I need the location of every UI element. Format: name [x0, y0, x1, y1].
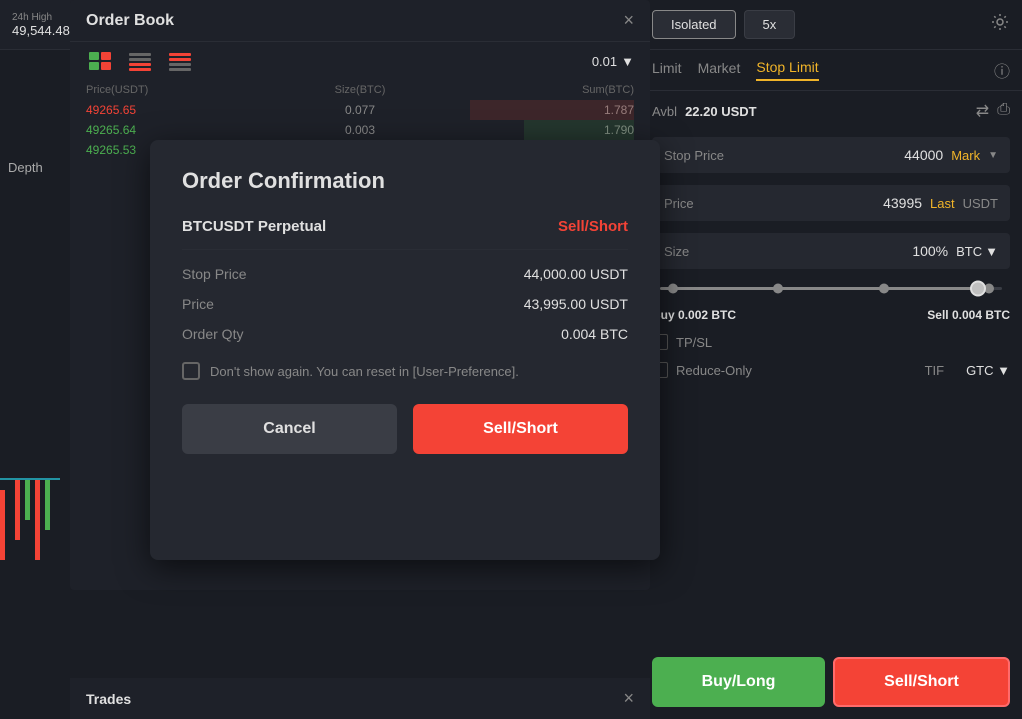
tab-market[interactable]: Market: [698, 60, 741, 80]
sell-short-button[interactable]: Sell/Short: [833, 657, 1010, 707]
table-row: 49265.64 0.003 1.790: [86, 120, 634, 140]
modal-title: Order Confirmation: [182, 168, 628, 194]
left-panel: 24h High 49,544.48 24h Lo 46.88 ► ☷ Dept…: [0, 0, 640, 719]
rp-top: Isolated 5x: [640, 0, 1022, 50]
slider-container[interactable]: [640, 275, 1022, 302]
modal-pair-label: BTCUSDT Perpetual: [182, 218, 326, 235]
size-value: 100%: [912, 243, 948, 259]
buy-amount-value: 0.002 BTC: [678, 308, 736, 322]
ob-close-button[interactable]: ×: [623, 10, 634, 31]
modal-qty-label: Order Qty: [182, 326, 243, 342]
table-row: 49265.65 0.077 1.787: [86, 100, 634, 120]
price-field[interactable]: Price 43995 Last USDT: [652, 185, 1010, 221]
buy-sell-amounts: Buy 0.002 BTC Sell 0.004 BTC: [640, 302, 1022, 328]
trades-close-icon[interactable]: ×: [623, 688, 634, 709]
calculator-icon[interactable]: ⎙: [997, 101, 1010, 121]
order-tabs: Limit Market Stop Limit ⓘ: [640, 50, 1022, 91]
ob-view-list1[interactable]: [126, 50, 154, 72]
price-right: 43995 Last USDT: [883, 195, 998, 211]
modal-pair-row: BTCUSDT Perpetual Sell/Short: [182, 218, 628, 235]
tab-limit[interactable]: Limit: [652, 60, 682, 80]
ob-header: Order Book ×: [70, 0, 650, 42]
leverage-button[interactable]: 5x: [744, 10, 796, 39]
ob-view-grid[interactable]: [86, 50, 114, 72]
right-panel: Isolated 5x Limit Market Stop Limit ⓘ Av…: [640, 0, 1022, 719]
slider-handle[interactable]: [970, 281, 986, 297]
modal-checkbox-row: Don't show again. You can reset in [User…: [182, 362, 628, 380]
stat-label-high: 24h High: [12, 12, 70, 23]
modal-price-label: Price: [182, 296, 214, 312]
stop-price-dropdown-icon[interactable]: ▼: [988, 150, 998, 161]
reduce-only-row: Reduce-Only TIF GTC ▼: [640, 356, 1022, 384]
modal-qty-row: Order Qty 0.004 BTC: [182, 326, 628, 342]
stat-24h-high: 24h High 49,544.48: [12, 12, 70, 38]
dont-show-label: Don't show again. You can reset in [User…: [210, 364, 519, 379]
size-unit-dropdown[interactable]: BTC ▼: [956, 244, 998, 259]
tab-stop-limit[interactable]: Stop Limit: [756, 59, 818, 81]
modal-price-value: 43,995.00 USDT: [524, 296, 628, 312]
tif-dropdown[interactable]: GTC ▼: [966, 363, 1010, 378]
slider-dot-0[interactable]: [668, 283, 678, 293]
action-buttons: Buy/Long Sell/Short: [640, 641, 1022, 719]
trades-title: Trades: [86, 691, 131, 707]
slider-dots: [668, 284, 994, 293]
price-value: 43995: [883, 195, 922, 211]
sell-amount-value: 0.004 BTC: [952, 308, 1010, 322]
order-book-panel: Order Book ×: [70, 0, 650, 590]
info-icon[interactable]: ⓘ: [994, 58, 1010, 82]
size-field[interactable]: Size 100% BTC ▼: [652, 233, 1010, 269]
price-unit: USDT: [963, 196, 998, 211]
modal-stop-price-label: Stop Price: [182, 266, 247, 282]
buy-long-button[interactable]: Buy/Long: [652, 657, 825, 707]
settings-icon[interactable]: [990, 12, 1010, 37]
modal-price-row: Price 43,995.00 USDT: [182, 296, 628, 312]
ob-controls: 0.01 ▼: [70, 42, 650, 80]
ob-col-headers: Price(USDT) Size(BTC) Sum(BTC): [70, 80, 650, 100]
modal-divider: [182, 249, 628, 250]
isolated-button[interactable]: Isolated: [652, 10, 736, 39]
stop-price-field[interactable]: Stop Price 44000 Mark ▼: [652, 137, 1010, 173]
price-tag[interactable]: Last: [930, 196, 955, 211]
modal-stop-price-row: Stop Price 44,000.00 USDT: [182, 266, 628, 282]
stop-price-tag[interactable]: Mark: [951, 148, 980, 163]
reduce-only-label: Reduce-Only: [676, 363, 752, 378]
ob-decimal-selector[interactable]: 0.01 ▼: [592, 54, 634, 69]
stop-price-label: Stop Price: [664, 148, 724, 163]
modal-sell-button[interactable]: Sell/Short: [413, 404, 628, 454]
slider-dot-50[interactable]: [879, 283, 889, 293]
tpsl-row: TP/SL: [640, 328, 1022, 356]
stat-value-high: 49,544.48: [12, 23, 70, 38]
stop-price-value: 44000: [904, 147, 943, 163]
tpsl-label: TP/SL: [676, 335, 712, 350]
avbl-row: Avbl 22.20 USDT ⇄ ⎙: [640, 91, 1022, 131]
ob-view-list2[interactable]: [166, 50, 194, 72]
tif-label: TIF: [925, 363, 945, 378]
slider-track[interactable]: [660, 287, 1002, 290]
size-label: Size: [664, 244, 689, 259]
avbl-icons: ⇄ ⎙: [976, 101, 1010, 121]
stop-price-right: 44000 Mark ▼: [904, 147, 998, 163]
avbl-label: Avbl: [652, 104, 677, 119]
price-label: Price: [664, 196, 694, 211]
buy-amount-label: Buy 0.002 BTC: [652, 308, 736, 322]
ob-title: Order Book: [86, 12, 174, 30]
modal-qty-value: 0.004 BTC: [561, 326, 628, 342]
trades-bar: Trades ×: [70, 678, 650, 719]
order-confirmation-modal: Order Confirmation BTCUSDT Perpetual Sel…: [150, 140, 660, 560]
modal-side-label: Sell/Short: [558, 218, 628, 235]
modal-cancel-button[interactable]: Cancel: [182, 404, 397, 454]
modal-stop-price-value: 44,000.00 USDT: [524, 266, 628, 282]
avbl-value: 22.20 USDT: [685, 104, 757, 119]
dont-show-checkbox[interactable]: [182, 362, 200, 380]
price-line: [0, 478, 60, 480]
modal-buttons: Cancel Sell/Short: [182, 404, 628, 454]
swap-icon[interactable]: ⇄: [976, 101, 989, 121]
sell-amount-label: Sell 0.004 BTC: [927, 308, 1010, 322]
slider-dot-25[interactable]: [773, 283, 783, 293]
size-right: 100% BTC ▼: [912, 243, 998, 259]
